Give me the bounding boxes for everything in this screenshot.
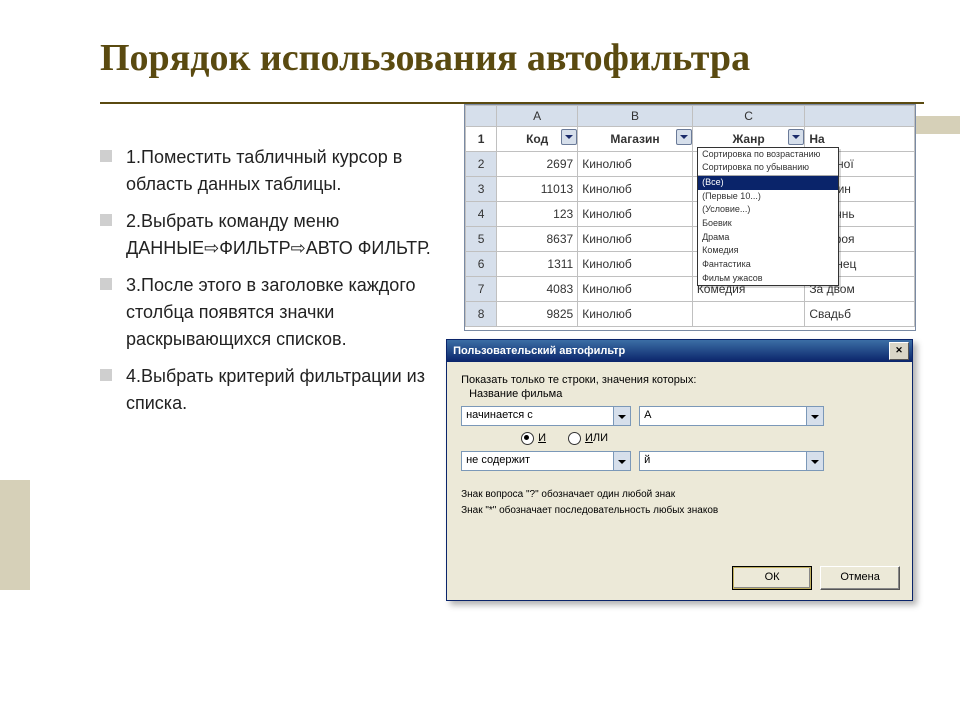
value-combo-1[interactable]: А	[639, 406, 824, 426]
autofilter-menu[interactable]: Сортировка по возрастанию Сортировка по …	[697, 147, 839, 287]
field-header[interactable]: Магазин	[578, 126, 693, 151]
cell[interactable]: Кинолюб	[578, 276, 693, 301]
dialog-title-text: Пользовательский автофильтр	[453, 340, 625, 362]
cell[interactable]: 8637	[497, 226, 578, 251]
dialog-titlebar[interactable]: Пользовательский автофильтр	[447, 340, 912, 362]
menu-item[interactable]: Боевик	[698, 217, 838, 231]
dialog-body: Показать только те строки, значения кото…	[447, 362, 912, 531]
row-number[interactable]: 3	[466, 176, 497, 201]
radio-and[interactable]: И	[521, 432, 546, 445]
bullet-item: 4.Выбрать критерий фильтрации из списка.	[100, 363, 446, 417]
screenshots-area: A B C 1 Код Магазин Жанр На 22697Кинолюб…	[456, 144, 924, 427]
slide: Порядок использования автофильтра 1.Поме…	[0, 0, 960, 720]
intro-label: Показать только те строки, значения кото…	[461, 374, 898, 386]
autofilter-dropdown-icon[interactable]	[561, 129, 577, 145]
bullet-item: 1.Поместить табличный курсор в область д…	[100, 144, 446, 198]
field-header[interactable]: Код	[497, 126, 578, 151]
menu-item[interactable]: Драма	[698, 231, 838, 245]
radio-and-label: И	[538, 432, 546, 444]
condition-row-1: начинается с А	[461, 406, 898, 426]
menu-item[interactable]: Сортировка по возрастанию	[698, 148, 838, 162]
cell[interactable]: 1311	[497, 251, 578, 276]
cell[interactable]: 4083	[497, 276, 578, 301]
column-header[interactable]: C	[692, 105, 805, 126]
bullet-list: 1.Поместить табличный курсор в область д…	[100, 144, 446, 427]
menu-item[interactable]: (Первые 10...)	[698, 190, 838, 204]
bullet-item: 3.После этого в заголовке каждого столбц…	[100, 272, 446, 353]
cell[interactable]: Кинолюб	[578, 151, 693, 176]
radio-dot-icon	[521, 432, 534, 445]
corner-cell[interactable]	[466, 105, 497, 126]
cell[interactable]: Кинолюб	[578, 201, 693, 226]
slide-title: Порядок использования автофильтра	[100, 36, 924, 82]
table-row[interactable]: 311013КинолюбТермин	[466, 176, 915, 201]
operator-combo-1[interactable]: начинается с	[461, 406, 631, 426]
cell[interactable]: Кинолюб	[578, 176, 693, 201]
table-row[interactable]: 74083КинолюбКомедияЗа двом	[466, 276, 915, 301]
body-row: 1.Поместить табличный курсор в область д…	[100, 144, 924, 427]
cell[interactable]: 2697	[497, 151, 578, 176]
menu-item[interactable]: Фантастика	[698, 258, 838, 272]
menu-item[interactable]: Фильм ужасов	[698, 272, 838, 286]
cell[interactable]: Свадьб	[805, 301, 915, 326]
column-header[interactable]: B	[578, 105, 693, 126]
menu-item[interactable]: Комедия	[698, 244, 838, 258]
row-number[interactable]: 1	[466, 126, 497, 151]
custom-autofilter-dialog: Пользовательский автофильтр Показать тол…	[446, 339, 913, 601]
ok-button[interactable]: ОК	[732, 566, 812, 590]
autofilter-dropdown-icon[interactable]	[676, 129, 692, 145]
cell[interactable]: 123	[497, 201, 578, 226]
autofilter-dropdown-icon[interactable]	[788, 129, 804, 145]
menu-item[interactable]: (Условие...)	[698, 203, 838, 217]
hint-line: Знак "*" обозначает последовательность л…	[461, 503, 898, 519]
field-header-row: 1 Код Магазин Жанр На	[466, 126, 915, 151]
cell[interactable]: Кинолюб	[578, 301, 693, 326]
row-number[interactable]: 8	[466, 301, 497, 326]
menu-item-selected[interactable]: (Все)	[698, 175, 838, 190]
row-number[interactable]: 7	[466, 276, 497, 301]
operator-combo-2[interactable]: не содержит	[461, 451, 631, 471]
menu-item[interactable]: Сортировка по убыванию	[698, 161, 838, 175]
cell[interactable]: Кинолюб	[578, 226, 693, 251]
column-letter-row: A B C	[466, 105, 915, 126]
logic-radios: И ИЛИ	[521, 432, 898, 445]
radio-dot-icon	[568, 432, 581, 445]
dialog-buttons: ОК Отмена	[732, 566, 900, 590]
hint-line: Знак вопроса "?" обозначает один любой з…	[461, 487, 898, 503]
bullet-item: 2.Выбрать команду меню ДАННЫЕ⇨ФИЛЬТР⇨АВТ…	[100, 208, 446, 262]
column-header[interactable]	[805, 105, 915, 126]
table-row[interactable]: 4123КинолюбАптечнь	[466, 201, 915, 226]
close-icon[interactable]	[889, 342, 909, 360]
cell[interactable]	[692, 301, 805, 326]
radio-or[interactable]: ИЛИ	[568, 432, 608, 445]
cell[interactable]: 11013	[497, 176, 578, 201]
row-number[interactable]: 2	[466, 151, 497, 176]
condition-row-2: не содержит й	[461, 451, 898, 471]
field-label: Название фильма	[469, 388, 898, 400]
row-number[interactable]: 4	[466, 201, 497, 226]
cancel-button[interactable]: Отмена	[820, 566, 900, 590]
row-number[interactable]: 5	[466, 226, 497, 251]
value-combo-2[interactable]: й	[639, 451, 824, 471]
row-number[interactable]: 6	[466, 251, 497, 276]
spreadsheet-window: A B C 1 Код Магазин Жанр На 22697Кинолюб…	[464, 104, 916, 331]
table-row[interactable]: 61311КинолюбБлизнец	[466, 251, 915, 276]
spreadsheet-grid: A B C 1 Код Магазин Жанр На 22697Кинолюб…	[465, 105, 915, 327]
cell[interactable]: 9825	[497, 301, 578, 326]
hints: Знак вопроса "?" обозначает один любой з…	[461, 487, 898, 519]
radio-or-label: ИЛИ	[585, 432, 608, 444]
cell[interactable]: Кинолюб	[578, 251, 693, 276]
table-row[interactable]: 89825Кинолюб Свадьб	[466, 301, 915, 326]
column-header[interactable]: A	[497, 105, 578, 126]
table-row[interactable]: 58637КинолюбПод роя	[466, 226, 915, 251]
table-row[interactable]: 22697КинолюбДвойної	[466, 151, 915, 176]
decoration-block	[0, 480, 30, 590]
